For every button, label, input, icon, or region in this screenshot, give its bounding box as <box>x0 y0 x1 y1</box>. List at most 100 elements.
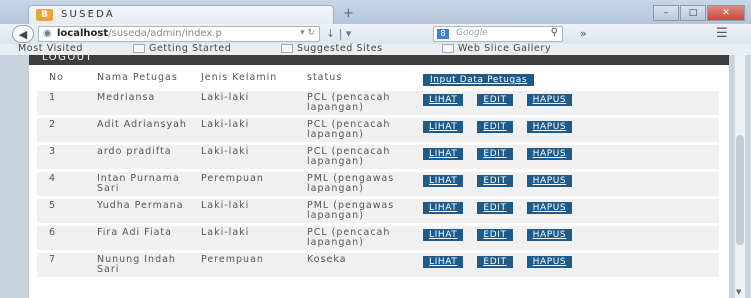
header-actions: Input Data Petugas <box>419 71 719 88</box>
hapus-button[interactable]: HAPUS <box>526 202 573 214</box>
edit-button[interactable]: EDIT <box>477 202 513 214</box>
page-icon <box>281 44 293 53</box>
cell-status: PCL (pencacah lapangan) <box>303 118 419 142</box>
cell-jenis-kelamin: Laki-laki <box>197 118 303 142</box>
cell-nama-petugas: Nunung Indah Sari <box>93 253 197 277</box>
bookmarks-bar: Most Visited Getting Started Suggested S… <box>0 44 751 55</box>
hapus-button[interactable]: HAPUS <box>526 94 573 106</box>
page-content: LOGOUT No Nama Petugas Jenis Kelamin sta… <box>28 55 730 298</box>
back-arrow-icon[interactable]: ◀ <box>12 25 34 43</box>
tab-title: SUSEDA <box>61 9 115 20</box>
cell-jenis-kelamin: Laki-laki <box>197 199 303 223</box>
browser-titlebar: B SUSEDA + – □ ✕ <box>0 0 751 24</box>
cell-status: PCL (pencacah lapangan) <box>303 226 419 250</box>
table-row: 5 Yudha Permana Laki-laki PML (pengawas lap… <box>37 199 719 223</box>
table-row: 3 ardo pradifta Laki-laki PCL (pencacah lap… <box>37 145 719 169</box>
edit-button[interactable]: EDIT <box>477 175 513 187</box>
cell-actions: LIHAT EDIT HAPUS <box>419 172 719 196</box>
bookmark-label: Suggested Sites <box>297 43 383 54</box>
search-icon[interactable]: ⚲ <box>551 27 558 38</box>
header-status: status <box>303 71 419 88</box>
edit-button[interactable]: EDIT <box>477 256 513 268</box>
bookmark-suggested-sites[interactable]: Suggested Sites <box>281 44 383 54</box>
globe-icon: ◉ <box>43 28 52 39</box>
header-nama-petugas: Nama Petugas <box>93 71 197 88</box>
cell-jenis-kelamin: Laki-laki <box>197 226 303 250</box>
maximize-icon[interactable]: □ <box>680 5 706 21</box>
cell-actions: LIHAT EDIT HAPUS <box>419 118 719 142</box>
edit-button[interactable]: EDIT <box>477 121 513 133</box>
search-engine-icon[interactable]: 8 <box>437 29 449 39</box>
cell-status: Koseka <box>303 253 419 277</box>
cell-no: 5 <box>37 199 93 223</box>
search-bar[interactable]: 8 Google ⚲ <box>433 26 563 42</box>
top-nav-bar: LOGOUT <box>29 55 729 65</box>
menu-icon[interactable]: ☰ <box>716 26 728 41</box>
url-text: localhost/suseda/admin/index.p <box>57 28 222 39</box>
bookmark-label: Getting Started <box>149 43 232 54</box>
cell-nama-petugas: Yudha Permana <box>93 199 197 223</box>
new-tab-button[interactable]: + <box>343 6 354 21</box>
logout-link[interactable]: LOGOUT <box>42 55 93 63</box>
vertical-scrollbar[interactable]: ▼ <box>734 55 745 298</box>
lihat-button[interactable]: LIHAT <box>423 202 464 214</box>
page-icon <box>442 44 454 53</box>
search-placeholder: Google <box>456 28 488 38</box>
cell-nama-petugas: Intan Purnama Sari <box>93 172 197 196</box>
table-header: No Nama Petugas Jenis Kelamin status Inp… <box>37 71 719 88</box>
cell-jenis-kelamin: Laki-laki <box>197 145 303 169</box>
edit-button[interactable]: EDIT <box>477 94 513 106</box>
cell-status: PCL (pencacah lapangan) <box>303 91 419 115</box>
scroll-down-arrow-icon[interactable]: ▼ <box>736 288 741 296</box>
cell-actions: LIHAT EDIT HAPUS <box>419 91 719 115</box>
petugas-table: No Nama Petugas Jenis Kelamin status Inp… <box>37 68 719 280</box>
overflow-chevron-icon[interactable]: » <box>580 27 587 40</box>
input-data-petugas-button[interactable]: Input Data Petugas <box>423 74 535 86</box>
url-path: /suseda/admin/index.p <box>108 28 222 39</box>
table-row: 6 Fira Adi Fiata Laki-laki PCL (pencacah la… <box>37 226 719 250</box>
cell-no: 6 <box>37 226 93 250</box>
close-icon[interactable]: ✕ <box>707 5 745 21</box>
bookmark-most-visited[interactable]: Most Visited <box>18 44 83 54</box>
hapus-button[interactable]: HAPUS <box>526 229 573 241</box>
reload-icon[interactable]: ▾ ↻ <box>300 28 315 38</box>
edit-button[interactable]: EDIT <box>477 229 513 241</box>
scroll-thumb[interactable] <box>736 135 744 245</box>
lihat-button[interactable]: LIHAT <box>423 175 464 187</box>
cell-no: 3 <box>37 145 93 169</box>
page-icon <box>133 44 145 53</box>
url-bar[interactable]: ◉ localhost/suseda/admin/index.p ▾ ↻ <box>38 26 320 42</box>
lihat-button[interactable]: LIHAT <box>423 121 464 133</box>
browser-tab[interactable]: B SUSEDA <box>28 5 334 24</box>
bookmark-getting-started[interactable]: Getting Started <box>133 44 231 54</box>
cell-actions: LIHAT EDIT HAPUS <box>419 226 719 250</box>
cell-status: PCL (pencacah lapangan) <box>303 145 419 169</box>
cell-no: 1 <box>37 91 93 115</box>
bookmark-label: Web Slice Gallery <box>458 43 552 54</box>
hapus-button[interactable]: HAPUS <box>526 175 573 187</box>
bookmark-web-slice-gallery[interactable]: Web Slice Gallery <box>442 44 551 54</box>
cell-nama-petugas: ardo pradifta <box>93 145 197 169</box>
lihat-button[interactable]: LIHAT <box>423 94 464 106</box>
cell-actions: LIHAT EDIT HAPUS <box>419 253 719 277</box>
cell-actions: LIHAT EDIT HAPUS <box>419 145 719 169</box>
cell-status: PML (pengawas lapangan) <box>303 172 419 196</box>
minimize-icon[interactable]: – <box>653 5 679 21</box>
browser-navbar: ◀ ◉ localhost/suseda/admin/index.p ▾ ↻ ↓… <box>0 24 751 45</box>
hapus-button[interactable]: HAPUS <box>526 148 573 160</box>
hapus-button[interactable]: HAPUS <box>526 121 573 133</box>
lihat-button[interactable]: LIHAT <box>423 148 464 160</box>
cell-status: PML (pengawas lapangan) <box>303 199 419 223</box>
cell-nama-petugas: Adit Adriansyah <box>93 118 197 142</box>
cell-no: 7 <box>37 253 93 277</box>
cell-nama-petugas: Medriansa <box>93 91 197 115</box>
lihat-button[interactable]: LIHAT <box>423 229 464 241</box>
table-row: 7 Nunung Indah Sari Perempuan Koseka LIHAT ED… <box>37 253 719 277</box>
lihat-button[interactable]: LIHAT <box>423 256 464 268</box>
header-no: No <box>37 71 93 88</box>
cell-jenis-kelamin: Perempuan <box>197 253 303 277</box>
download-icon[interactable]: ↓ | ▾ <box>326 27 351 40</box>
edit-button[interactable]: EDIT <box>477 148 513 160</box>
window-controls: – □ ✕ <box>652 0 745 21</box>
hapus-button[interactable]: HAPUS <box>526 256 573 268</box>
